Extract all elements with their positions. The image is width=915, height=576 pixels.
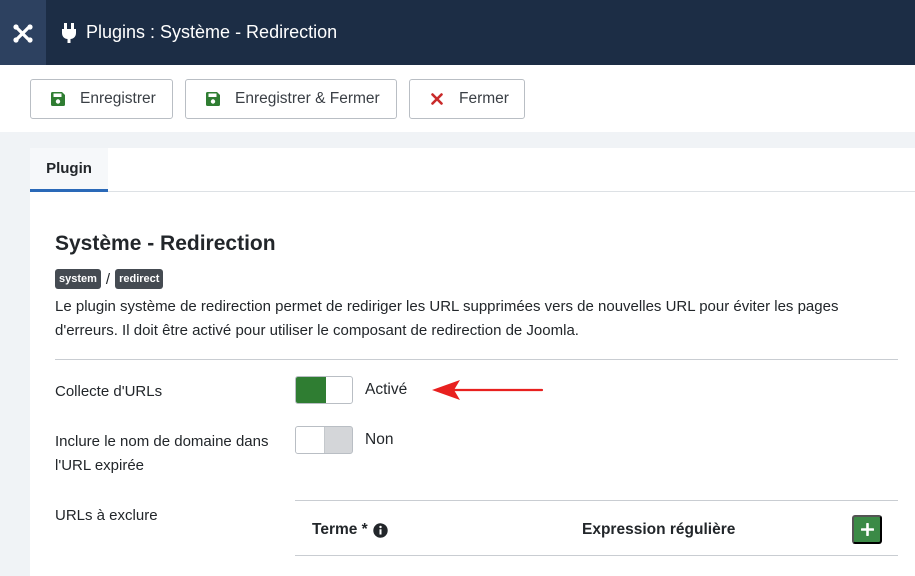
collect-urls-switch[interactable] bbox=[295, 376, 353, 404]
column-header-term: Terme * bbox=[312, 521, 388, 539]
column-term-label: Terme * bbox=[312, 521, 368, 538]
switch-knob bbox=[296, 427, 325, 453]
plugin-tags: system / redirect bbox=[55, 269, 164, 289]
joomla-logo-icon bbox=[13, 23, 33, 43]
save-and-close-button[interactable]: Enregistrer & Fermer bbox=[185, 79, 397, 119]
info-icon[interactable] bbox=[373, 522, 388, 538]
include-domain-label: Inclure le nom de domaine dans l'URL exp… bbox=[55, 433, 269, 474]
plus-icon bbox=[860, 523, 874, 536]
include-domain-value: Non bbox=[365, 431, 394, 448]
exclude-urls-label: URLs à exclure bbox=[55, 507, 158, 524]
toolbar: Enregistrer Enregistrer & Fermer Fermer bbox=[0, 65, 915, 132]
exclude-urls-table-header: Terme * Expression régulière bbox=[295, 500, 898, 556]
save-button[interactable]: Enregistrer bbox=[30, 79, 173, 119]
page-title-wrap: Plugins : Système - Redirection bbox=[60, 22, 337, 44]
app-header: Plugins : Système - Redirection bbox=[0, 0, 915, 65]
include-domain-switch[interactable] bbox=[295, 426, 353, 454]
annotation-arrow-icon bbox=[432, 380, 544, 400]
collect-urls-value: Activé bbox=[365, 381, 408, 398]
tag-system: system bbox=[55, 269, 101, 289]
tab-plugin[interactable]: Plugin bbox=[30, 148, 108, 192]
floppy-disk-icon bbox=[50, 91, 66, 107]
save-button-label: Enregistrer bbox=[80, 90, 156, 107]
plug-icon bbox=[60, 22, 78, 44]
plugin-description: Le plugin système de redirection permet … bbox=[55, 298, 839, 339]
close-button-label: Fermer bbox=[459, 90, 509, 107]
plugin-title: Système - Redirection bbox=[55, 232, 276, 255]
page-title: Plugins : Système - Redirection bbox=[86, 22, 338, 42]
switch-on-fill bbox=[296, 377, 326, 403]
save-and-close-button-label: Enregistrer & Fermer bbox=[235, 90, 380, 107]
close-button[interactable]: Fermer bbox=[409, 79, 525, 119]
collect-urls-label: Collecte d'URLs bbox=[55, 383, 163, 400]
close-icon bbox=[429, 91, 445, 107]
tag-separator: / bbox=[105, 270, 111, 288]
plugin-edit-panel: Plugin Système - Redirection system / re… bbox=[30, 148, 915, 576]
joomla-logo-button[interactable] bbox=[0, 0, 46, 65]
add-row-button[interactable] bbox=[852, 515, 882, 544]
tab-bar: Plugin bbox=[30, 148, 915, 192]
tag-redirect: redirect bbox=[115, 269, 164, 289]
divider bbox=[55, 359, 898, 360]
column-header-regex: Expression régulière bbox=[582, 521, 736, 538]
floppy-disk-icon bbox=[205, 91, 221, 107]
